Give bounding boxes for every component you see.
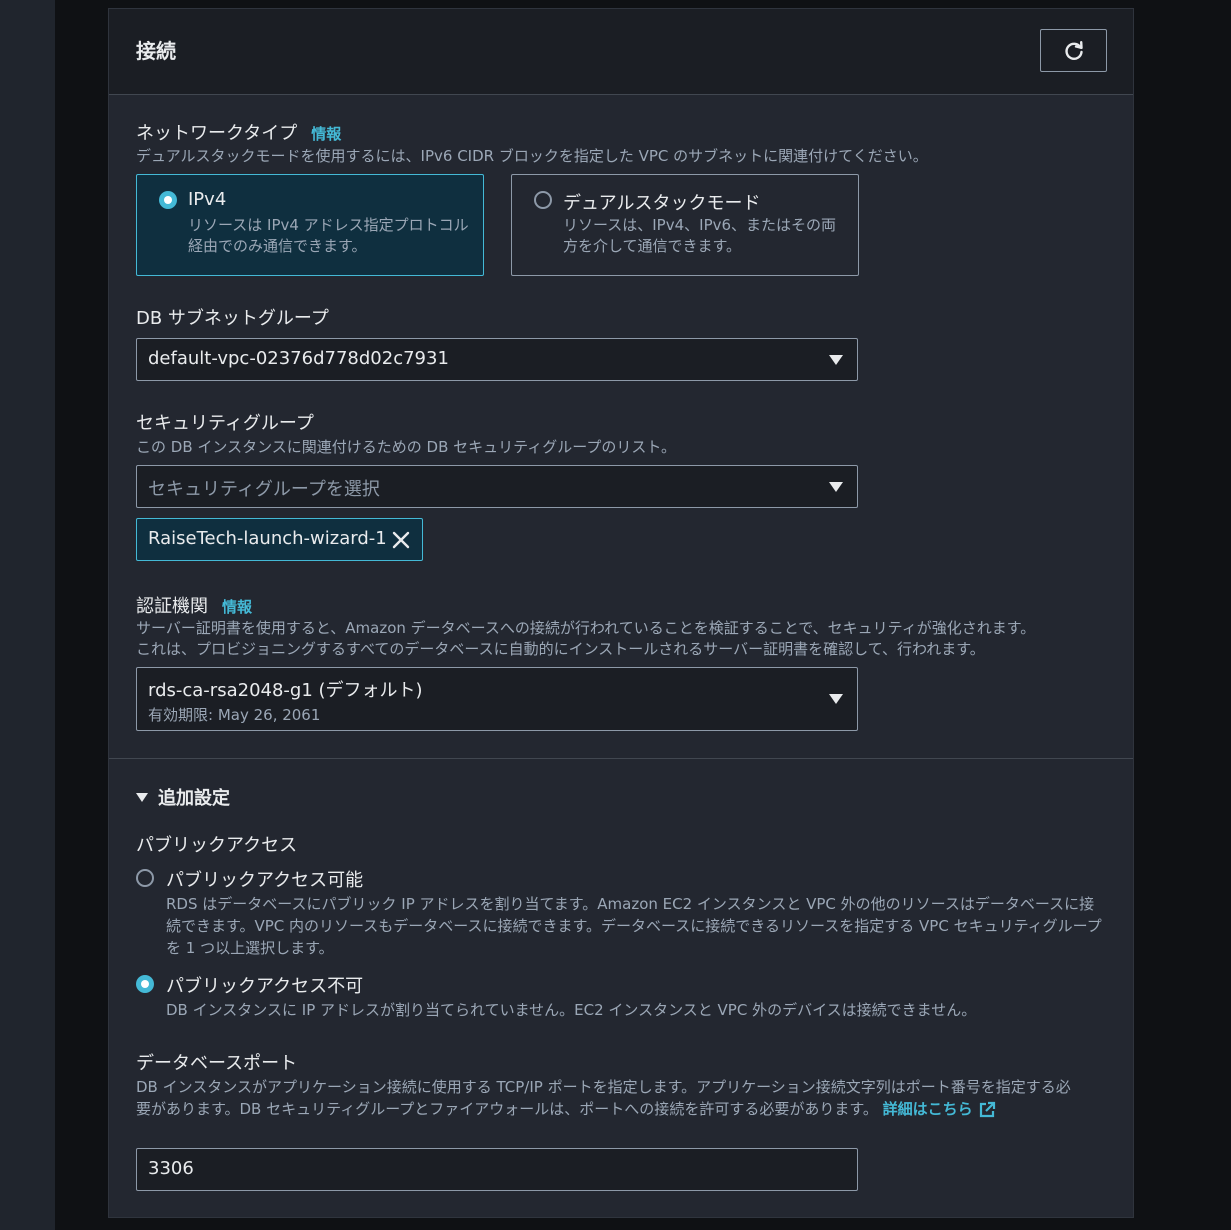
- database-port-description: DB インスタンスがアプリケーション接続に使用する TCP/IP ポートを指定し…: [136, 1076, 1076, 1120]
- certificate-authority-label: 認証機関 情報: [136, 592, 252, 618]
- panel-title: 接続: [136, 39, 176, 63]
- network-type-label-text: ネットワークタイプ: [136, 123, 298, 144]
- subnet-group-label: DB サブネットグループ: [136, 308, 329, 329]
- additional-settings-title: 追加設定: [158, 788, 230, 809]
- not-public-accessible-label[interactable]: パブリックアクセス不可: [166, 972, 363, 998]
- sidebar-strip: [0, 0, 55, 1230]
- certificate-authority-select[interactable]: rds-ca-rsa2048-g1 (デフォルト) 有効期限: May 26, …: [136, 667, 858, 731]
- certificate-authority-value: rds-ca-rsa2048-g1 (デフォルト): [148, 680, 423, 701]
- learn-more-link[interactable]: 詳細はこちら: [883, 1100, 996, 1118]
- remove-token-icon[interactable]: [390, 529, 412, 551]
- subnet-group-value: default-vpc-02376d778d02c7931: [148, 348, 449, 369]
- public-access-label: パブリックアクセス: [136, 835, 298, 856]
- certificate-authority-info-link[interactable]: 情報: [222, 598, 252, 616]
- caret-down-icon: [829, 694, 843, 704]
- refresh-button[interactable]: [1040, 29, 1107, 72]
- security-group-description: この DB インスタンスに関連付けるための DB セキュリティグループのリスト。: [136, 438, 677, 456]
- tile-title-ipv4: IPv4: [188, 189, 227, 210]
- database-port-label: データベースポート: [136, 1053, 298, 1074]
- database-port-value: 3306: [148, 1158, 194, 1179]
- network-type-label: ネットワークタイプ 情報: [136, 119, 341, 145]
- not-public-accessible-description: DB インスタンスに IP アドレスが割り当てられていません。EC2 インスタン…: [166, 1001, 977, 1019]
- additional-settings-toggle[interactable]: 追加設定: [136, 784, 230, 810]
- tile-desc-ipv4: リソースは IPv4 アドレス指定プロトコル経由でのみ通信できます。: [188, 216, 469, 255]
- security-group-placeholder: セキュリティグループを選択: [148, 479, 380, 500]
- public-accessible-description: RDS はデータベースにパブリック IP アドレスを割り当てます。Amazon …: [166, 895, 1102, 957]
- learn-more-link-text: 詳細はこちら: [882, 1100, 973, 1118]
- radio-dualstack[interactable]: [534, 191, 552, 209]
- network-type-info-link[interactable]: 情報: [311, 125, 341, 143]
- tile-desc-dualstack: リソースは、IPv4、IPv6、またはその両方を介して通信できます。: [563, 216, 837, 255]
- database-port-input[interactable]: 3306: [136, 1148, 858, 1191]
- certificate-authority-expiry: 有効期限: May 26, 2061: [148, 706, 321, 724]
- security-group-token: RaiseTech-launch-wizard-1: [136, 518, 423, 561]
- radio-ipv4[interactable]: [159, 191, 177, 209]
- certificate-authority-label-text: 認証機関: [136, 596, 208, 617]
- panel-header: 接続: [109, 9, 1133, 95]
- caret-down-icon: [829, 482, 843, 492]
- radio-public-accessible[interactable]: [136, 869, 154, 887]
- network-type-description: デュアルスタックモードを使用するには、IPv6 CIDR ブロックを指定した V…: [136, 147, 928, 165]
- network-type-tile-ipv4[interactable]: IPv4 リソースは IPv4 アドレス指定プロトコル経由でのみ通信できます。: [136, 174, 484, 276]
- subnet-group-select[interactable]: default-vpc-02376d778d02c7931: [136, 338, 858, 381]
- network-type-tile-dualstack[interactable]: デュアルスタックモード リソースは、IPv4、IPv6、またはその両方を介して通…: [511, 174, 859, 276]
- public-accessible-label[interactable]: パブリックアクセス可能: [166, 866, 363, 892]
- caret-down-icon: [136, 792, 148, 802]
- certificate-authority-description-1: サーバー証明書を使用すると、Amazon データベースへの接続が行われていること…: [136, 619, 1036, 637]
- caret-down-icon: [829, 355, 843, 365]
- connectivity-panel: 接続 ネットワークタイプ 情報 デュアルスタックモードを使用するには、IPv6 C…: [108, 8, 1134, 1218]
- security-group-token-label: RaiseTech-launch-wizard-1: [148, 528, 387, 549]
- security-group-select[interactable]: セキュリティグループを選択: [136, 465, 858, 508]
- certificate-authority-description-2: これは、プロビジョニングするすべてのデータベースに自動的にインストールされるサー…: [136, 640, 985, 658]
- tile-title-dualstack: デュアルスタックモード: [563, 193, 761, 214]
- security-group-label: セキュリティグループ: [136, 413, 314, 434]
- radio-not-public-accessible[interactable]: [136, 975, 154, 993]
- section-divider: [109, 758, 1133, 759]
- external-link-icon: [979, 1101, 995, 1117]
- refresh-icon: [1064, 40, 1083, 60]
